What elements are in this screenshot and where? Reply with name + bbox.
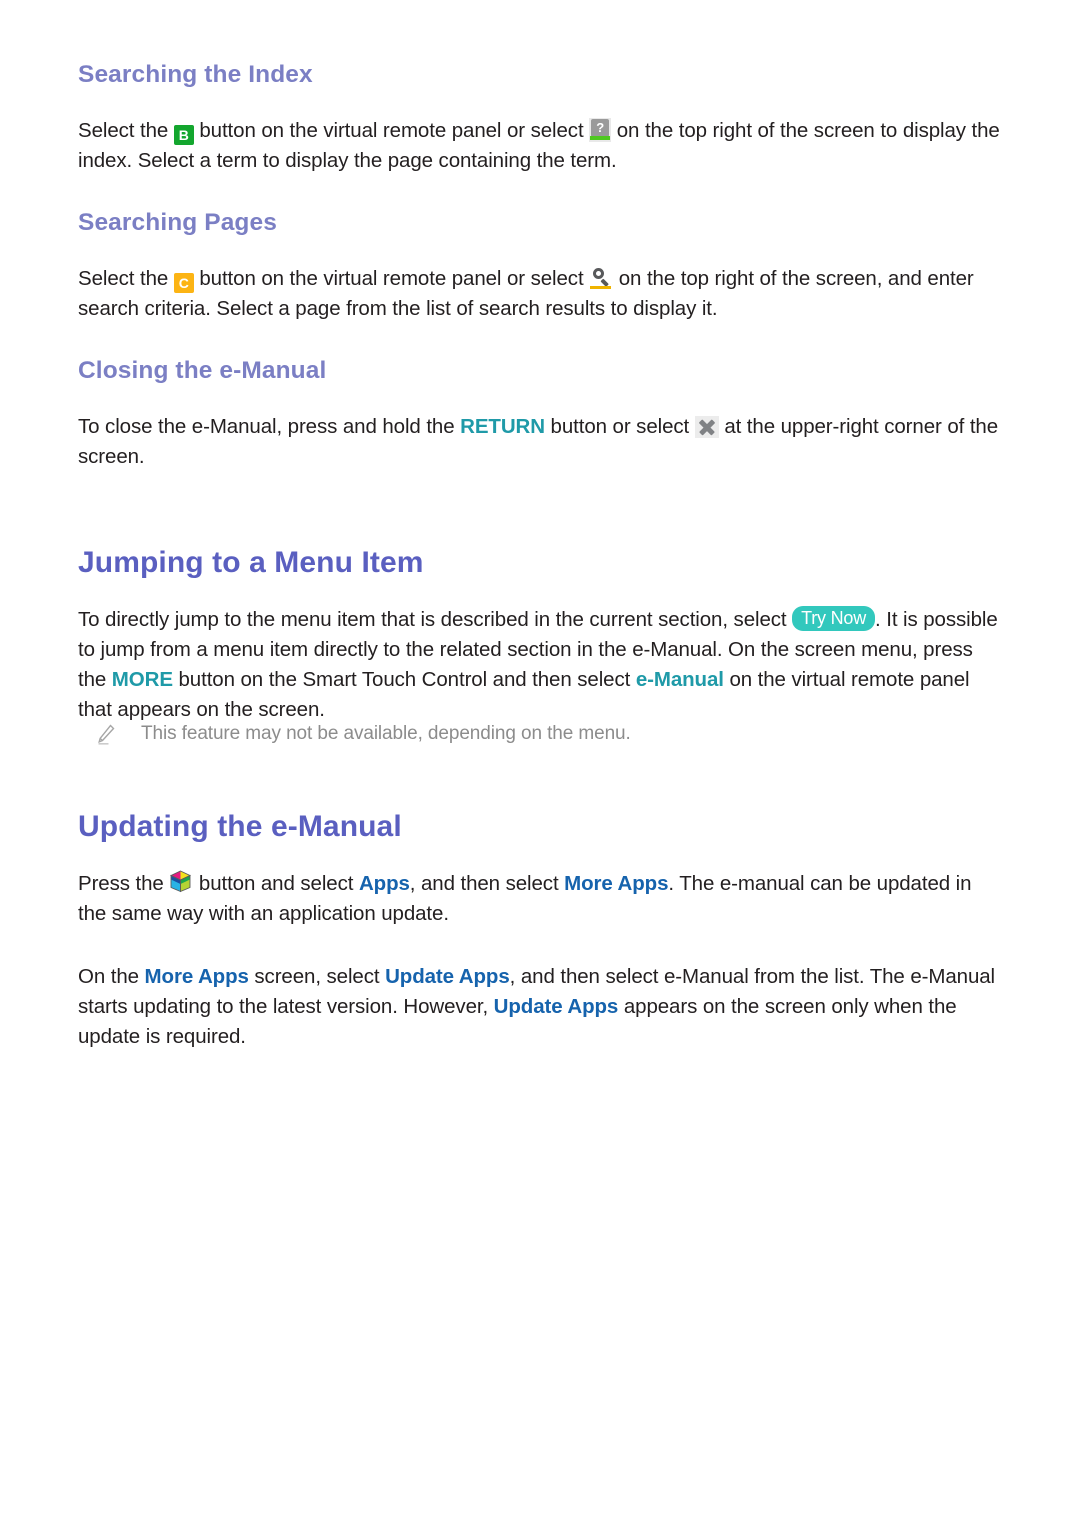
paragraph-closing-the-emanual: To close the e-Manual, press and hold th… — [78, 412, 1002, 472]
text-fragment: Select the — [78, 266, 174, 290]
link-return-button[interactable]: RETURN — [460, 415, 545, 438]
paragraph-jumping-to-a-menu-item: To directly jump to the menu item that i… — [78, 605, 1002, 725]
index-notebook-question-icon — [589, 117, 612, 142]
color-button-c-icon: C — [173, 272, 194, 293]
heading-updating-the-emanual: Updating the e-Manual — [78, 809, 402, 843]
text-fragment: To close the e-Manual, press and hold th… — [78, 414, 461, 438]
close-x-icon — [694, 415, 719, 438]
search-magnifier-icon — [589, 265, 614, 290]
heading-searching-the-index: Searching the Index — [78, 61, 313, 88]
text-fragment: button on the virtual remote panel or se… — [193, 118, 590, 142]
text-fragment: button or select — [544, 414, 695, 438]
heading-searching-pages: Searching Pages — [78, 208, 277, 236]
link-update-apps[interactable]: Update Apps — [385, 965, 510, 988]
smart-hub-cube-icon — [169, 870, 193, 895]
text-fragment: On the — [78, 964, 145, 988]
text-fragment: Press the — [78, 871, 170, 895]
text-fragment: button on the virtual remote panel or se… — [193, 266, 590, 290]
document-page: Searching the Index Select the B button … — [0, 0, 1080, 1527]
paragraph-searching-pages: Select the C button on the virtual remot… — [78, 264, 1002, 324]
link-emanual[interactable]: e-Manual — [636, 668, 724, 691]
heading-jumping-to-a-menu-item: Jumping to a Menu Item — [78, 545, 424, 579]
link-update-apps[interactable]: Update Apps — [494, 995, 619, 1018]
text-fragment: To directly jump to the menu item that i… — [78, 607, 793, 631]
color-button-b-icon: B — [173, 124, 194, 145]
paragraph-searching-the-index: Select the B button on the virtual remot… — [78, 116, 1002, 176]
link-more-apps[interactable]: More Apps — [145, 965, 249, 988]
heading-closing-the-emanual: Closing the e-Manual — [78, 356, 327, 384]
paragraph-updating-press-button: Press the button and select Apps, and th… — [78, 869, 1002, 929]
note-row: This feature may not be available, depen… — [96, 720, 1002, 748]
text-fragment: Select the — [78, 118, 174, 142]
text-fragment: screen, select — [248, 964, 386, 988]
note-text: This feature may not be available, depen… — [141, 722, 631, 744]
badge-try-now[interactable]: Try Now — [792, 605, 876, 631]
text-fragment: , and then select — [409, 871, 565, 895]
pencil-note-icon — [96, 720, 122, 746]
link-more-button[interactable]: MORE — [112, 668, 173, 691]
paragraph-updating-more-apps-screen: On the More Apps screen, select Update A… — [78, 962, 1002, 1052]
text-fragment: button and select — [193, 871, 359, 895]
link-more-apps[interactable]: More Apps — [564, 872, 668, 895]
text-fragment: button on the Smart Touch Control and th… — [172, 667, 636, 691]
link-apps[interactable]: Apps — [359, 872, 410, 895]
